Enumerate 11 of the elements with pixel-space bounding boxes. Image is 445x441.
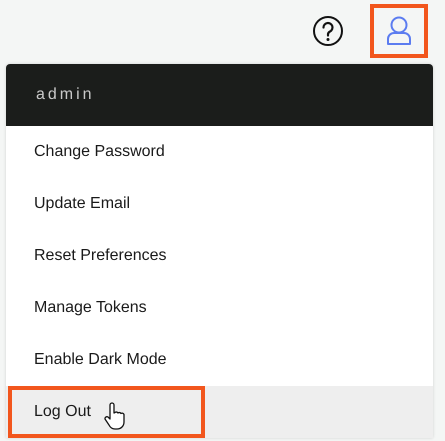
user-button[interactable]	[370, 4, 428, 58]
menu-item[interactable]: Log Out	[8, 386, 205, 438]
menu-item[interactable]: Enable Dark Mode	[8, 334, 193, 386]
hand-cursor-icon	[104, 402, 126, 430]
help-icon[interactable]	[312, 15, 344, 47]
user-icon	[385, 15, 413, 47]
menu-item[interactable]: Change Password	[8, 126, 191, 178]
username-label: admin	[36, 86, 95, 104]
menu-item[interactable]: Manage Tokens	[8, 282, 173, 334]
menu-item[interactable]: Reset Preferences	[8, 230, 193, 282]
menu-item[interactable]: Update Email	[8, 178, 156, 230]
